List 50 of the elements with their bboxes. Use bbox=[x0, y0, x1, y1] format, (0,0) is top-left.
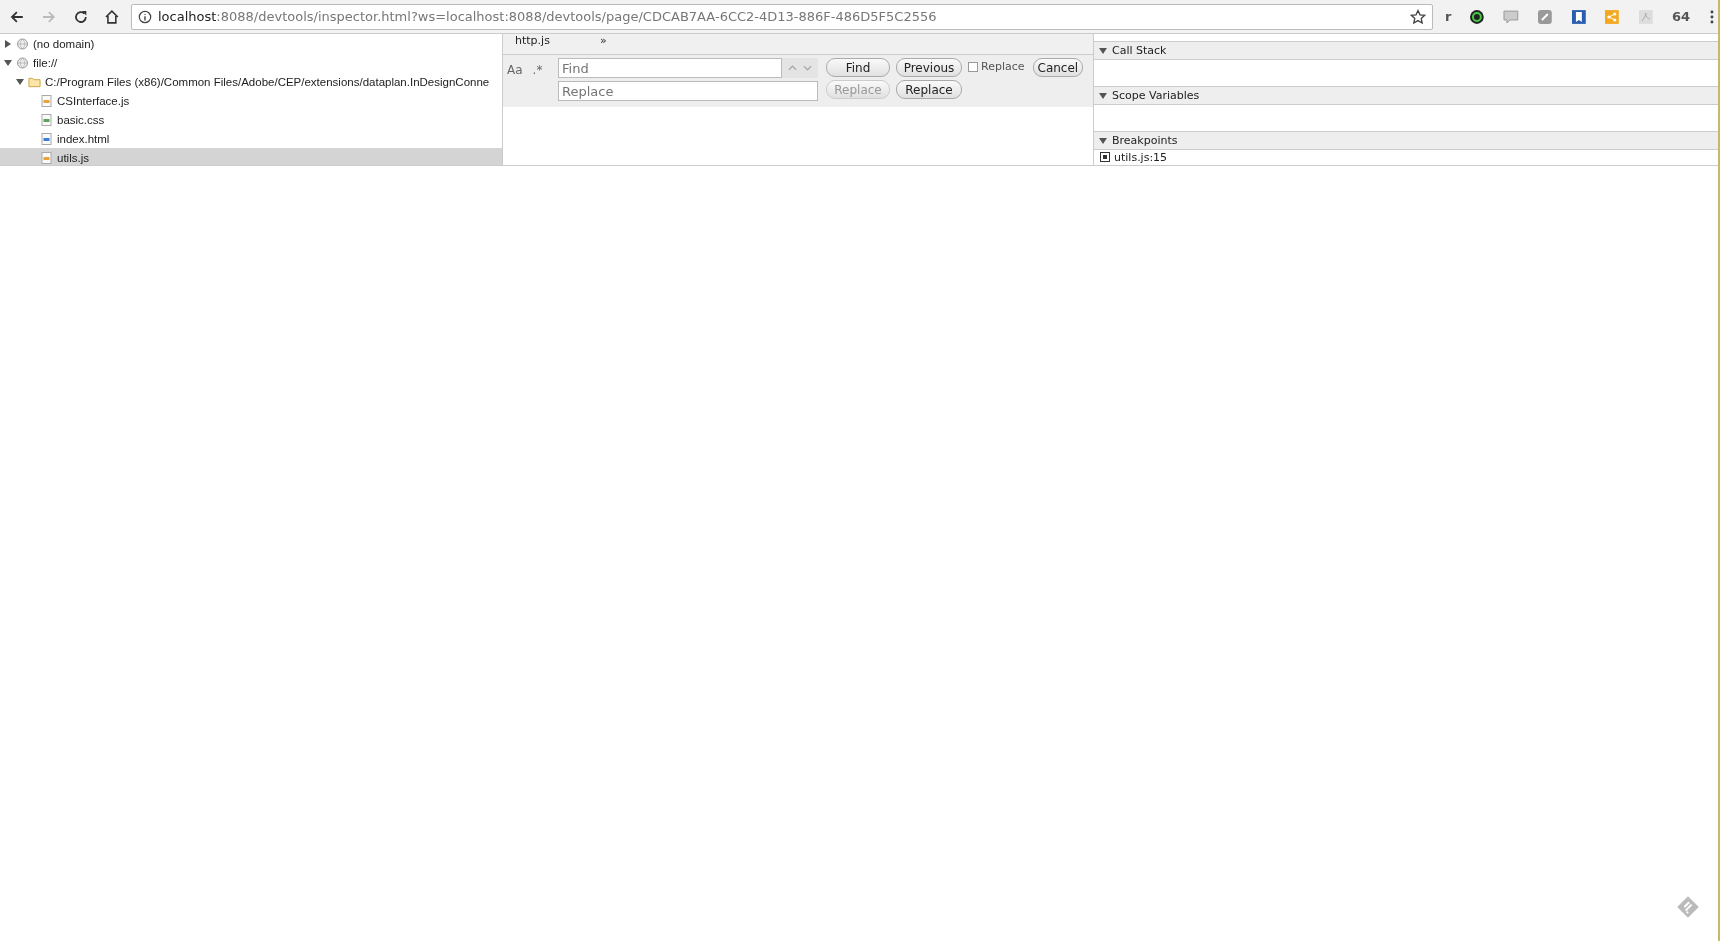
expanded-triangle-icon[interactable] bbox=[4, 58, 12, 67]
star-icon[interactable] bbox=[1410, 8, 1426, 25]
tree-item[interactable]: utils.js bbox=[0, 148, 502, 165]
replace-label: Replace bbox=[981, 60, 1025, 73]
tree-item[interactable]: C:/Program Files (x86)/Common Files/Adobe/CEP/extensions/dataplan.InDesignConne bbox=[0, 72, 502, 91]
folder-icon bbox=[28, 75, 41, 88]
section-header[interactable]: Call Stack bbox=[1094, 42, 1718, 60]
file-icon bbox=[40, 94, 53, 107]
file-icon bbox=[40, 151, 53, 164]
section-header[interactable]: Breakpoints bbox=[1094, 132, 1718, 150]
info-icon[interactable] bbox=[138, 9, 152, 24]
more-tabs-button[interactable]: » bbox=[599, 34, 607, 47]
url-host: localhost bbox=[158, 9, 217, 24]
collapsed-triangle-icon[interactable] bbox=[4, 39, 12, 48]
file-tab[interactable]: http.js bbox=[515, 34, 550, 47]
globe-icon bbox=[16, 56, 29, 69]
search-button[interactable]: Previous bbox=[896, 58, 962, 77]
find-field[interactable]: Find bbox=[558, 58, 782, 78]
address-bar[interactable]: localhost:8088/devtools/inspector.html?ws=localhost:8088/devtools/page/CDCAB7AA-6CC2-4D13-886F-486D5F5C2556 bbox=[131, 3, 1433, 30]
expanded-triangle-icon[interactable] bbox=[1099, 91, 1107, 100]
expanded-triangle-icon[interactable] bbox=[1099, 136, 1107, 145]
breakpoint-label: utils.js:15 bbox=[1114, 150, 1168, 164]
tree-item[interactable]: (no domain) bbox=[0, 34, 502, 53]
file-icon bbox=[40, 132, 53, 145]
section-header[interactable]: Scope Variables bbox=[1094, 87, 1718, 105]
regex-toggle[interactable]: .* bbox=[532, 63, 543, 77]
home-icon[interactable] bbox=[104, 8, 120, 25]
extension-button[interactable]: 64 bbox=[1671, 9, 1690, 24]
tree-item[interactable]: index.html bbox=[0, 129, 502, 148]
checkbox[interactable] bbox=[1100, 152, 1110, 162]
extension-icon[interactable] bbox=[1536, 8, 1553, 25]
replace-field[interactable]: Replace bbox=[558, 81, 818, 101]
checkbox[interactable] bbox=[968, 61, 978, 72]
extension-button[interactable]: r bbox=[1445, 9, 1452, 24]
search-button[interactable]: Replace bbox=[896, 80, 962, 99]
menu-icon[interactable] bbox=[1710, 8, 1714, 25]
file-icon bbox=[40, 113, 53, 126]
expanded-triangle-icon[interactable] bbox=[1099, 46, 1107, 55]
search-button[interactable]: Find bbox=[826, 58, 890, 77]
bookmark-icon[interactable] bbox=[1570, 8, 1587, 25]
reload-icon[interactable] bbox=[72, 8, 89, 25]
tree-item[interactable]: basic.css bbox=[0, 110, 502, 129]
globe-icon bbox=[16, 37, 29, 50]
tree-item[interactable]: CSInterface.js bbox=[0, 91, 502, 110]
tree-item[interactable]: file:// bbox=[0, 53, 502, 72]
url-path: :8088/devtools/inspector.html?ws=localhost:8088/devtools/page/CDCAB7AA-6CC2-4D13-886F-486D5F5C2556 bbox=[216, 9, 938, 24]
expanded-triangle-icon[interactable] bbox=[16, 77, 24, 86]
cancel-button[interactable]: Cancel bbox=[1032, 58, 1084, 77]
match-case-toggle[interactable]: Aa bbox=[507, 63, 523, 77]
color-wheel-icon[interactable] bbox=[1469, 8, 1486, 25]
